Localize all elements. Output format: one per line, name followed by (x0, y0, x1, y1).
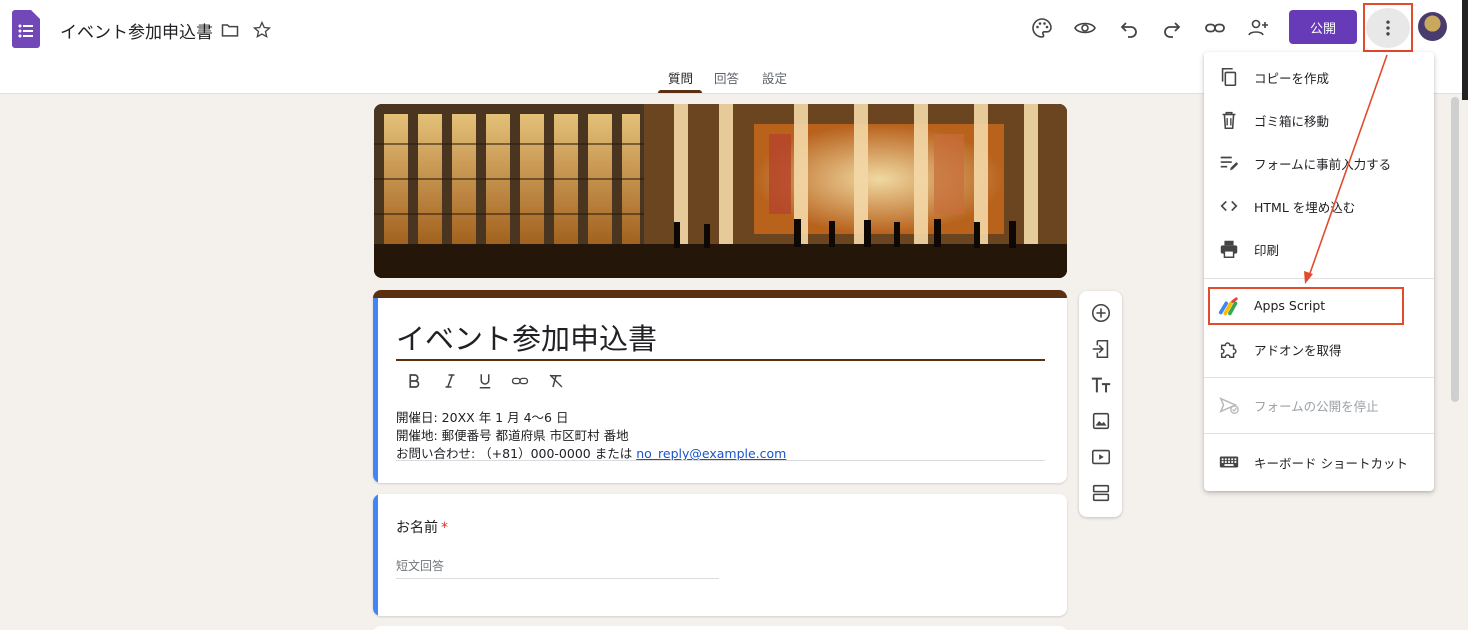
more-options-menu: コピーを作成 ゴミ箱に移動 フォームに事前入力する HTML を埋め込む 印刷 … (1204, 52, 1434, 491)
menu-label: ゴミ箱に移動 (1254, 114, 1330, 129)
question-title-text: お名前 (396, 520, 438, 536)
next-question-card[interactable] (373, 626, 1067, 630)
header-image (374, 104, 1067, 278)
add-image-icon[interactable] (1090, 410, 1112, 432)
menu-label: 印刷 (1254, 243, 1280, 258)
question-card[interactable]: お名前 * 短文回答 (373, 494, 1067, 616)
menu-divider (1204, 377, 1434, 378)
star-icon[interactable] (252, 20, 272, 40)
undo-icon[interactable] (1117, 16, 1141, 40)
menu-label: コピーを作成 (1254, 71, 1330, 86)
menu-label: フォームの公開を停止 (1254, 399, 1379, 414)
highlight-box-more (1363, 3, 1413, 52)
menu-item-keyboard-shortcuts[interactable]: キーボード ショートカット (1204, 441, 1434, 481)
palette-icon[interactable] (1030, 16, 1054, 40)
add-section-icon[interactable] (1090, 482, 1112, 504)
contact-email-link[interactable]: no_reply@example.com (636, 446, 786, 461)
publish-button[interactable]: 公開 (1289, 10, 1357, 44)
menu-item-unpublish: フォームの公開を停止 (1204, 384, 1434, 424)
side-toolbar (1079, 291, 1122, 517)
addon-icon (1220, 342, 1237, 358)
copy-icon (1221, 67, 1237, 87)
italic-icon[interactable] (441, 372, 459, 390)
scrollbar[interactable] (1451, 97, 1459, 402)
answer-underline (396, 578, 719, 579)
form-title-card[interactable]: イベント参加申込書 開催日: 20XX 年 1 月 4〜6 日 開催地: 郵便番… (373, 290, 1067, 483)
menu-item-move-to-trash[interactable]: ゴミ箱に移動 (1204, 99, 1434, 139)
menu-divider (1204, 433, 1434, 434)
code-icon (1220, 200, 1238, 212)
title-underline (396, 359, 1045, 361)
clear-formatting-icon[interactable] (547, 372, 565, 390)
menu-label: アドオンを取得 (1254, 343, 1342, 358)
theme-strip (373, 290, 1067, 298)
add-title-description-icon[interactable] (1090, 374, 1112, 396)
tab-responses[interactable]: 回答 (714, 68, 739, 87)
folder-icon[interactable] (220, 20, 240, 40)
add-video-icon[interactable] (1090, 446, 1112, 468)
import-questions-icon[interactable] (1090, 338, 1112, 360)
theater-photo (374, 104, 1067, 278)
description-line-venue[interactable]: 開催地: 郵便番号 都道府県 市区町村 番地 (396, 425, 629, 444)
active-card-indicator (373, 298, 378, 483)
tab-settings[interactable]: 設定 (762, 68, 787, 87)
menu-item-get-addons[interactable]: アドオンを取得 (1204, 328, 1434, 368)
prefill-icon (1220, 156, 1239, 171)
unpublish-icon (1219, 397, 1239, 414)
link-icon[interactable] (1203, 16, 1227, 40)
redo-icon[interactable] (1160, 16, 1184, 40)
add-collaborator-icon[interactable] (1246, 16, 1270, 40)
doc-title[interactable]: イベント参加申込書 (60, 18, 213, 43)
underline-icon[interactable] (476, 372, 494, 390)
menu-item-embed-html[interactable]: HTML を埋め込む (1204, 185, 1434, 225)
description-underline (396, 460, 1045, 461)
highlight-box-apps-script (1208, 287, 1404, 325)
tab-questions[interactable]: 質問 (668, 68, 693, 87)
trash-icon (1222, 111, 1236, 130)
form-title-input[interactable]: イベント参加申込書 (396, 316, 657, 358)
question-card-indicator (373, 494, 378, 616)
description-line-date[interactable]: 開催日: 20XX 年 1 月 4〜6 日 (396, 407, 568, 426)
keyboard-icon (1219, 456, 1239, 468)
menu-item-make-copy[interactable]: コピーを作成 (1204, 56, 1434, 96)
menu-label: フォームに事前入力する (1254, 157, 1392, 172)
avatar[interactable] (1418, 12, 1447, 41)
required-mark: * (441, 520, 448, 536)
insert-link-icon[interactable] (511, 372, 529, 390)
question-title[interactable]: お名前 * (396, 517, 448, 537)
menu-label: キーボード ショートカット (1254, 456, 1408, 471)
menu-item-print[interactable]: 印刷 (1204, 228, 1434, 268)
menu-divider (1204, 278, 1434, 279)
preview-eye-icon[interactable] (1073, 16, 1097, 40)
menu-label: HTML を埋め込む (1254, 200, 1356, 215)
menu-item-prefill-form[interactable]: フォームに事前入力する (1204, 142, 1434, 182)
add-question-icon[interactable] (1090, 302, 1112, 324)
window-edge (1462, 0, 1468, 100)
short-answer-placeholder: 短文回答 (396, 559, 445, 573)
bold-icon[interactable] (405, 372, 423, 390)
forms-logo-icon[interactable] (12, 10, 40, 48)
active-tab-indicator (658, 90, 702, 93)
print-icon (1220, 240, 1238, 258)
contact-text: お問い合わせ: （+81）000-0000 または (396, 446, 637, 461)
